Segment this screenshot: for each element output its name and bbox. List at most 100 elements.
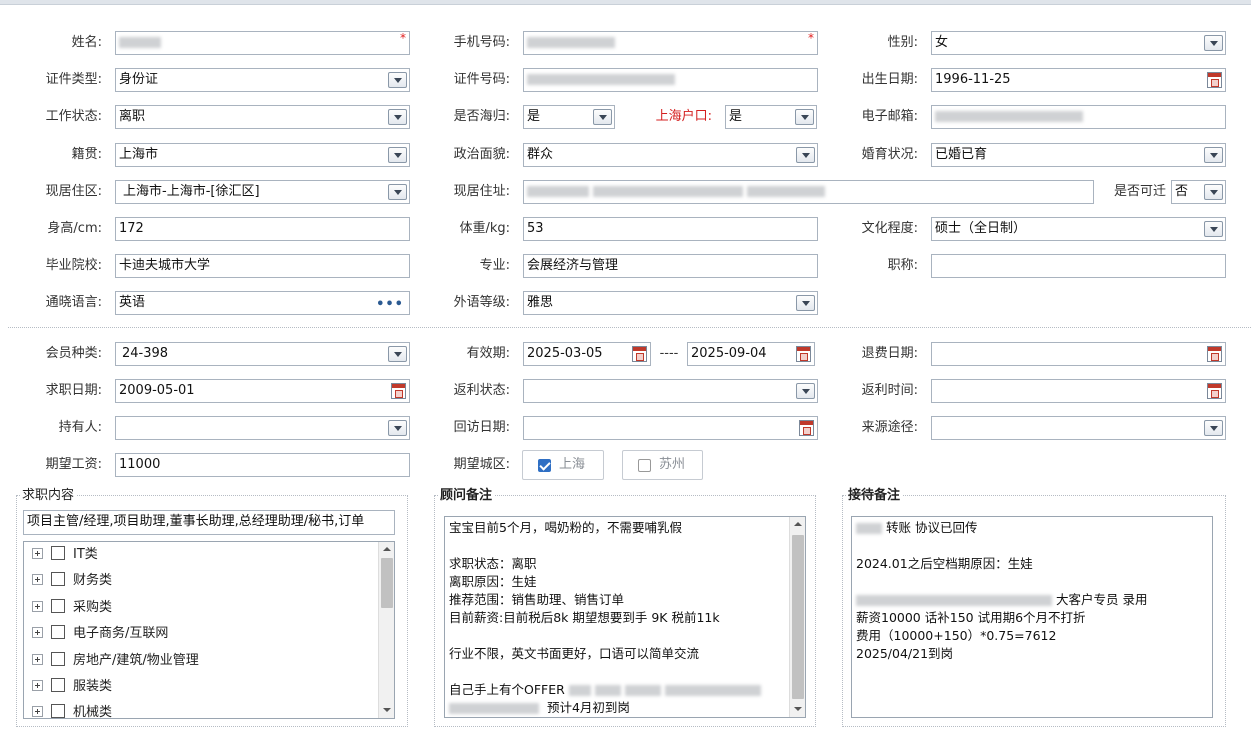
language-field[interactable]: 英语 ••• — [115, 291, 410, 315]
city-option-shanghai[interactable]: 上海 — [522, 450, 604, 480]
birth-date-field[interactable]: 1996-11-25 — [931, 68, 1226, 92]
tree-item-purchase[interactable]: 采购类 — [32, 598, 112, 618]
major-field[interactable]: 会展经济与管理 — [523, 254, 818, 278]
chevron-down-icon[interactable] — [388, 184, 407, 200]
height-field[interactable]: 172 — [115, 217, 410, 241]
lang-level-select[interactable]: 雅思 — [523, 291, 818, 315]
checkbox-icon[interactable] — [51, 678, 65, 692]
expand-icon[interactable] — [32, 548, 43, 559]
checkbox-icon[interactable] — [51, 625, 65, 639]
tree-scrollbar[interactable] — [378, 542, 394, 718]
job-date-field[interactable]: 2009-05-01 — [115, 379, 410, 403]
salary-field[interactable]: 11000 — [115, 453, 410, 477]
sh-hukou-select[interactable]: 是 — [725, 105, 817, 129]
chevron-down-icon[interactable] — [1204, 147, 1223, 163]
expand-icon[interactable] — [32, 627, 43, 638]
checkbox-icon[interactable] — [51, 704, 65, 718]
chevron-down-icon[interactable] — [1204, 184, 1223, 200]
tree-item-realestate[interactable]: 房地产/建筑/物业管理 — [32, 651, 199, 671]
chevron-down-icon[interactable] — [1204, 420, 1223, 436]
returnee-select[interactable]: 是 — [523, 105, 615, 129]
source-select[interactable] — [931, 416, 1226, 440]
checkbox-unchecked-icon[interactable] — [638, 459, 651, 472]
chevron-down-icon[interactable] — [388, 147, 407, 163]
calendar-icon[interactable] — [1207, 72, 1222, 88]
id-type-label: 证件类型: — [45, 72, 102, 87]
work-status-select[interactable]: 离职 — [115, 105, 410, 129]
checkbox-icon[interactable] — [51, 572, 65, 586]
tree-item-it[interactable]: IT类 — [32, 545, 98, 565]
rebate-status-select[interactable] — [523, 379, 818, 403]
id-type-select[interactable]: 身份证 — [115, 68, 410, 92]
scroll-up-icon[interactable] — [379, 542, 394, 556]
title-field[interactable] — [931, 254, 1226, 278]
salary-value: 11000 — [119, 457, 161, 472]
politics-select[interactable]: 群众 — [523, 143, 818, 167]
chevron-down-icon[interactable] — [1204, 35, 1223, 51]
checkbox-icon[interactable] — [51, 546, 65, 560]
reception-notes-textarea[interactable]: 转账 协议已回传 2024.01之后空档期原因：生娃 大客户专员 录用 薪资10… — [851, 516, 1213, 718]
advisor-notes-scrollbar[interactable] — [789, 517, 805, 717]
calendar-icon[interactable] — [796, 346, 811, 362]
calendar-icon[interactable] — [799, 420, 814, 436]
marital-select[interactable]: 已婚已育 — [931, 143, 1226, 167]
gender-select[interactable]: 女 — [931, 31, 1226, 55]
education-select[interactable]: 硕士（全日制） — [931, 217, 1226, 241]
calendar-icon[interactable] — [391, 383, 406, 399]
checkbox-icon[interactable] — [51, 652, 65, 666]
native-select[interactable]: 上海市 — [115, 143, 410, 167]
job-content-summary[interactable]: 项目主管/经理,项目助理,董事长助理,总经理助理/秘书,订单 — [23, 510, 395, 535]
chevron-down-icon[interactable] — [1204, 221, 1223, 237]
more-icon[interactable]: ••• — [376, 294, 404, 314]
chevron-down-icon[interactable] — [593, 109, 612, 125]
tree-item-ecommerce[interactable]: 电子商务/互联网 — [32, 624, 168, 644]
chevron-down-icon[interactable] — [388, 109, 407, 125]
member-type-select[interactable]: 24-398 — [115, 342, 410, 366]
email-field[interactable] — [931, 105, 1226, 129]
checkbox-icon[interactable] — [51, 599, 65, 613]
tree-item-finance[interactable]: 财务类 — [32, 571, 112, 591]
refund-date-field[interactable] — [931, 342, 1226, 366]
scroll-down-icon[interactable] — [790, 703, 805, 717]
city-option-suzhou[interactable]: 苏州 — [622, 450, 703, 480]
expand-icon[interactable] — [32, 706, 43, 717]
advisor-notes-textarea[interactable]: 宝宝目前5个月，喝奶粉的，不需要哺乳假 求职状态：离职 离职原因：生娃 推荐范围… — [444, 516, 806, 718]
name-field[interactable]: * — [115, 31, 410, 55]
calendar-icon[interactable] — [632, 346, 647, 362]
calendar-icon[interactable] — [1207, 383, 1222, 399]
tree-item-machinery[interactable]: 机械类 — [32, 703, 112, 718]
weight-field[interactable]: 53 — [523, 217, 818, 241]
scroll-thumb[interactable] — [381, 558, 393, 608]
chevron-down-icon[interactable] — [388, 420, 407, 436]
visit-date-field[interactable] — [523, 416, 818, 440]
chevron-down-icon[interactable] — [796, 295, 815, 311]
expand-icon[interactable] — [32, 574, 43, 585]
valid-to-field[interactable]: 2025-09-04 — [687, 342, 815, 366]
valid-from-field[interactable]: 2025-03-05 — [523, 342, 651, 366]
scroll-thumb[interactable] — [792, 535, 804, 699]
checkbox-checked-icon[interactable] — [538, 459, 551, 472]
calendar-icon[interactable] — [1207, 346, 1222, 362]
chevron-down-icon[interactable] — [795, 109, 814, 125]
relocate-select[interactable]: 否 — [1171, 180, 1226, 204]
id-no-field[interactable] — [523, 68, 818, 92]
expand-icon[interactable] — [32, 654, 43, 665]
residence-area-select[interactable]: 上海市-上海市-[徐汇区] — [115, 180, 410, 204]
scroll-down-icon[interactable] — [379, 704, 394, 718]
school-field[interactable]: 卡迪夫城市大学 — [115, 254, 410, 278]
expand-icon[interactable] — [32, 601, 43, 612]
expand-icon[interactable] — [32, 680, 43, 691]
phone-field[interactable]: * — [523, 31, 818, 55]
tree-item-apparel[interactable]: 服装类 — [32, 677, 112, 697]
rebate-time-field[interactable] — [931, 379, 1226, 403]
holder-select[interactable] — [115, 416, 410, 440]
chevron-down-icon[interactable] — [388, 346, 407, 362]
chevron-down-icon[interactable] — [796, 147, 815, 163]
scroll-up-icon[interactable] — [790, 517, 805, 531]
chevron-down-icon[interactable] — [796, 383, 815, 399]
address-field[interactable] — [523, 180, 1094, 204]
address-label: 现居住址: — [453, 184, 510, 199]
rebate-status-label: 返利状态: — [453, 383, 510, 398]
major-value: 会展经济与管理 — [527, 258, 619, 273]
chevron-down-icon[interactable] — [388, 72, 407, 88]
